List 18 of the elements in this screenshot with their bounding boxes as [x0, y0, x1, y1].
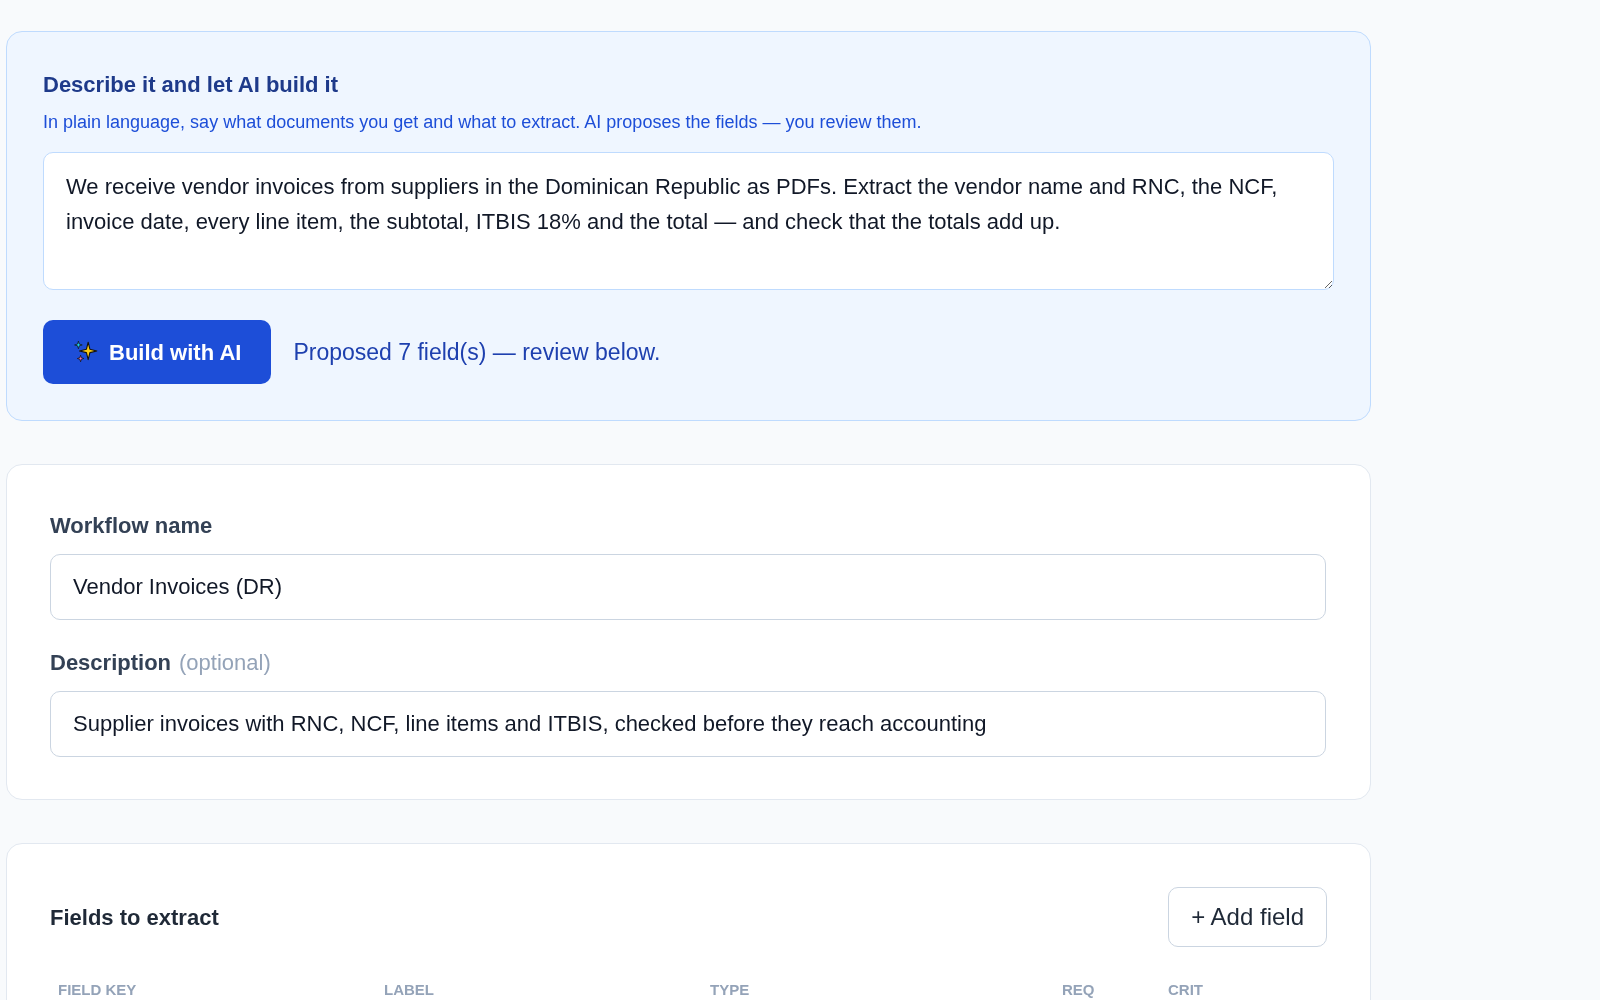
panel-title: Describe it and let AI build it	[43, 71, 339, 99]
prompt-field[interactable]: We receive vendor invoices from suppliers in the Dominican Republic as PDFs. Extract the vendor name and RNC, the NCF, invoice date, every line item, the subtotal, ITBIS 18% and the total — and check that the totals add up.	[43, 152, 1334, 290]
section-title: Fields to extract	[50, 903, 219, 932]
status-message: Proposed 7 field(s) — review below.	[293, 337, 661, 367]
field-label: Workflow name	[50, 513, 213, 538]
column-header: LABEL	[384, 980, 435, 1000]
panel-subtitle: In plain language, say what documents you get and what to extract. AI proposes the fields — you review them.	[43, 111, 923, 134]
text-field[interactable]: Supplier invoices with RNC, NCF, line items and ITBIS, checked before they reach accounting	[50, 691, 1326, 757]
optional-hint: (optional)	[179, 650, 271, 675]
text-field[interactable]: Vendor Invoices (DR)	[50, 554, 1326, 620]
column-header: CRIT	[1168, 980, 1204, 1000]
build-with-ai-button[interactable]: Build with AI	[43, 320, 272, 384]
field-label: Description	[50, 650, 172, 675]
column-header: TYPE	[710, 980, 751, 1000]
add-field-button[interactable]: + Add field	[1168, 887, 1327, 947]
sparkles-icon	[73, 339, 99, 365]
column-header: FIELD KEY	[58, 980, 138, 1000]
column-header: REQ	[1062, 980, 1096, 1000]
